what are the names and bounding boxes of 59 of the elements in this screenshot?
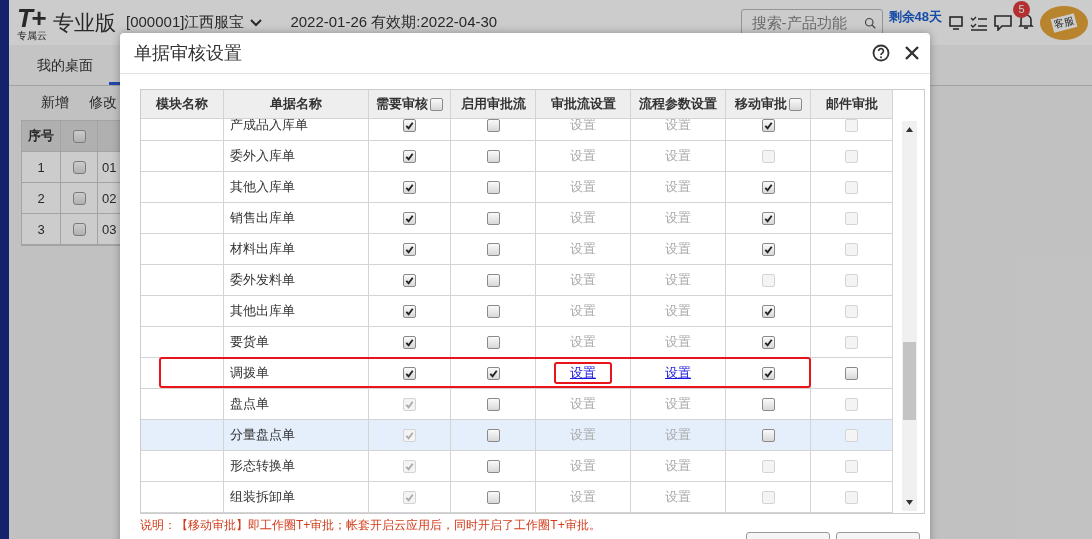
account-selector[interactable]: [000001]江西服宝 [126,13,245,32]
logo: T+ [17,4,45,31]
table-cell: 盘点单 [230,395,269,413]
settings-link[interactable]: 设置 [665,457,691,475]
settings-link[interactable]: 设置 [570,147,596,165]
settings-link[interactable]: 设置 [665,488,691,506]
table-cell: 组装拆卸单 [230,488,295,506]
settings-link[interactable]: 设置 [665,302,691,320]
settings-link[interactable]: 设置 [570,302,596,320]
table-cell: 调拨单 [230,364,269,382]
table-cell: 其他出库单 [230,302,295,320]
table-cell: 3 [22,214,61,244]
validity-dates: 2022-01-26 有效期:2022-04-30 [290,13,498,32]
settings-link[interactable]: 设置 [665,119,691,134]
settings-link[interactable]: 设置 [665,364,691,382]
column-header: 移动审批 [734,95,787,113]
settings-link[interactable]: 设置 [570,178,596,196]
settings-link[interactable]: 设置 [570,209,596,227]
service-avatar[interactable]: 客服 [1040,5,1088,40]
column-header: 流程参数设置 [639,95,717,113]
settings-link[interactable]: 设置 [570,271,596,289]
table-cell: 1 [22,152,61,182]
settings-link[interactable]: 设置 [665,395,691,413]
table-cell: 2 [22,183,61,213]
column-header: 单据名称 [270,95,322,113]
table-cell: 要货单 [230,333,269,351]
dialog-title: 单据审核设置 [134,42,242,65]
settings-link[interactable]: 设置 [665,333,691,351]
settings-link[interactable]: 设置 [570,240,596,258]
settings-link[interactable]: 设置 [665,209,691,227]
column-header: 启用审批流 [460,95,526,113]
remaining-days: 剩余48天 [888,8,942,26]
column-header: 模块名称 [156,95,208,113]
column-header: 邮件审批 [825,95,878,113]
settings-link[interactable]: 设置 [570,426,596,444]
settings-link[interactable]: 设置 [665,178,691,196]
settings-link[interactable]: 设置 [665,147,691,165]
tab[interactable]: 我的桌面 [21,57,109,85]
notification-badge: 5 [1013,0,1030,18]
settings-link[interactable]: 设置 [665,426,691,444]
note-text: 说明：【移动审批】即工作圈T+审批；帐套开启云应用后，同时开启了工作圈T+审批。 [140,518,602,532]
logo-caption: 专属云 [17,30,47,41]
edition-label: 专业版 [53,9,116,36]
settings-link[interactable]: 设置 [570,395,596,413]
settings-link[interactable]: 设置 [570,364,596,382]
settings-link[interactable]: 设置 [570,488,596,506]
table-cell: 委外发料单 [230,271,295,289]
column-header: 序号 [22,121,61,151]
table-cell: 形态转换单 [230,457,295,475]
settings-link[interactable]: 设置 [665,240,691,258]
settings-link[interactable]: 设置 [570,119,596,134]
toolbar-button[interactable]: 修改 [89,94,117,112]
settings-link[interactable]: 设置 [570,457,596,475]
toolbar-button[interactable]: 新增 [41,94,69,112]
settings-link[interactable]: 设置 [570,333,596,351]
column-header: 审批流设置 [550,95,616,113]
table-cell: 分量盘点单 [230,426,295,444]
settings-link[interactable]: 设置 [665,271,691,289]
column-header: 需要审核 [376,95,428,113]
